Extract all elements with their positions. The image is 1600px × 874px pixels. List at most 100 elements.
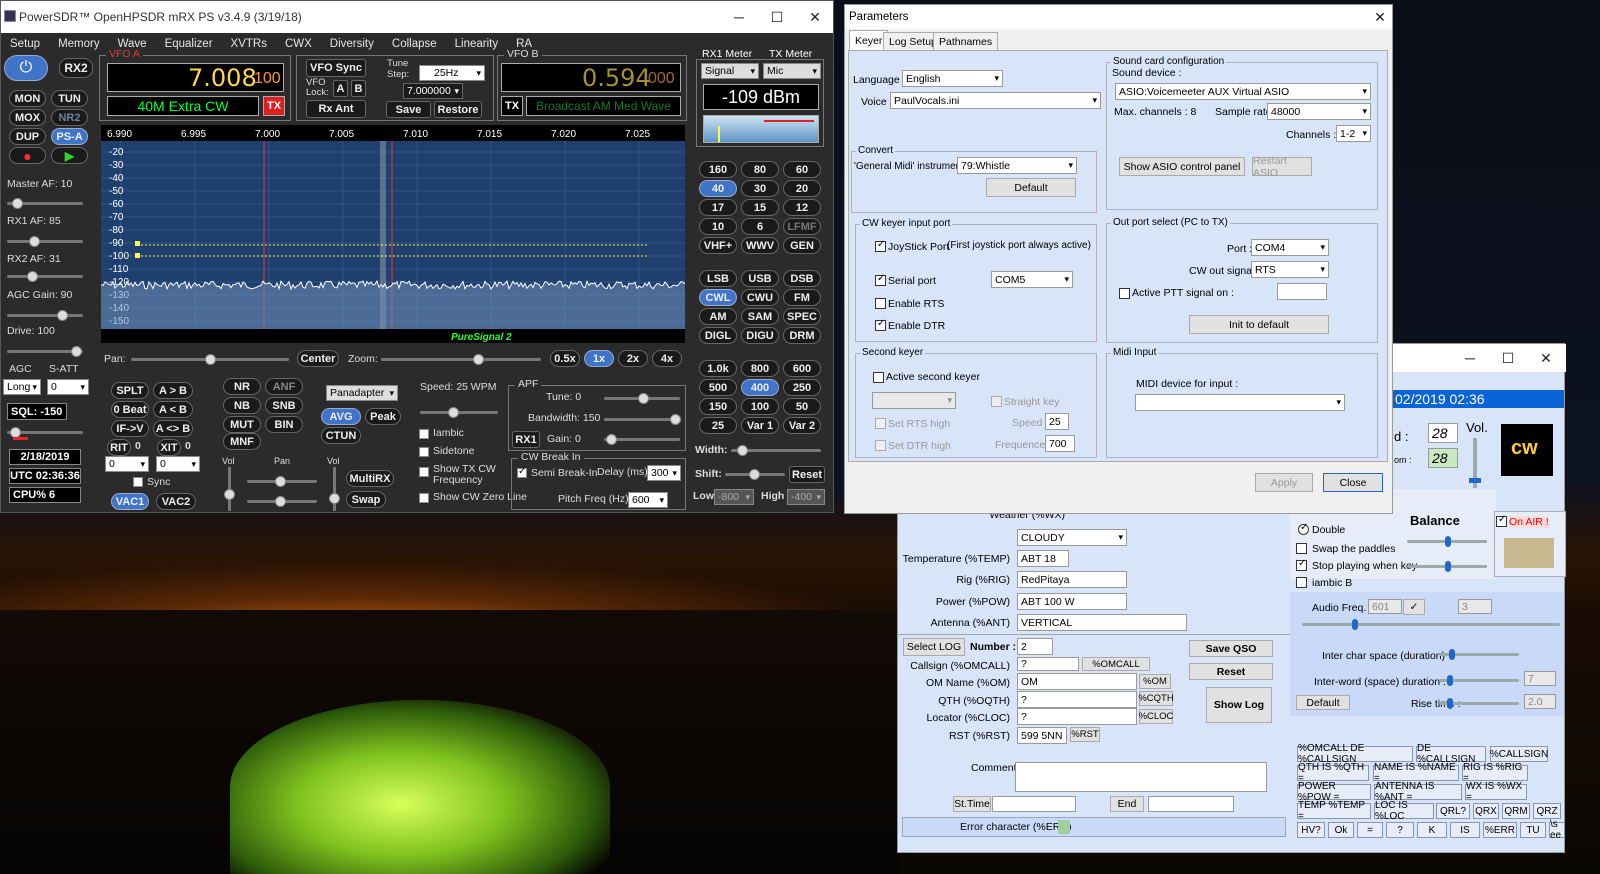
filter-25[interactable]: 25 — [699, 417, 737, 434]
macro-button[interactable]: QRX — [1473, 803, 1499, 819]
audio-freq-slider[interactable] — [1302, 619, 1560, 630]
antenna-input[interactable]: VERTICAL — [1017, 614, 1187, 631]
mode-digu[interactable]: DIGU — [741, 327, 779, 344]
cw-out-signal-select[interactable]: RTS — [1251, 261, 1329, 278]
macro-button[interactable]: = — [1357, 822, 1383, 838]
audio-freq-input[interactable]: 601 — [1368, 599, 1402, 614]
midi-instrument-select[interactable]: 79:Whistle — [957, 157, 1077, 174]
center-button[interactable]: Center — [297, 350, 339, 367]
rst-button[interactable]: %RST — [1070, 727, 1100, 742]
drive-slider[interactable] — [7, 346, 83, 357]
cw-reset-button[interactable]: Reset — [1189, 663, 1273, 680]
band-lfmf[interactable]: LFMF — [783, 218, 821, 235]
audio-n-input[interactable]: 3 — [1458, 599, 1492, 614]
port-select[interactable]: COM4 — [1251, 239, 1329, 256]
rst-input[interactable]: 599 5NN — [1017, 727, 1067, 744]
anf-button[interactable]: ANF — [265, 378, 303, 395]
inter-word-slider[interactable] — [1439, 675, 1519, 686]
macro-button[interactable]: HV? — [1297, 822, 1325, 838]
vfo-a-display[interactable]: 7.008 100 — [107, 63, 284, 92]
rx2-button[interactable]: RX2 — [59, 58, 93, 78]
mode-fm[interactable]: FM — [783, 289, 821, 306]
qth-button[interactable]: %CQTH — [1138, 691, 1174, 706]
error-input[interactable] — [1058, 820, 1070, 834]
set-rts-checkbox[interactable] — [875, 418, 886, 429]
channels-select[interactable]: 1-2 — [1336, 125, 1371, 142]
snb-button[interactable]: SNB — [265, 397, 303, 414]
inter-char-slider[interactable] — [1439, 649, 1519, 660]
macro-button[interactable]: TU — [1520, 822, 1546, 838]
band-40[interactable]: 40 — [699, 180, 737, 197]
macro-button[interactable]: ? — [1386, 822, 1414, 838]
cw-maximize-icon[interactable]: ☐ — [1488, 342, 1528, 374]
macro-button[interactable]: LOC IS %LOC — [1374, 800, 1434, 822]
rise-time-input[interactable]: 2.0 — [1524, 694, 1556, 709]
mox-button[interactable]: MOX — [9, 109, 46, 126]
macro-button[interactable]: \s ee — [1549, 819, 1565, 841]
save-button[interactable]: Save — [386, 101, 431, 118]
panadapter[interactable]: 6.990 6.995 7.000 7.005 7.010 7.015 7.020 7.025… — [101, 125, 685, 343]
menu-xvtrs[interactable]: XVTRs — [222, 38, 276, 50]
double-radio[interactable] — [1298, 522, 1309, 535]
avg-button[interactable]: AVG — [321, 408, 361, 425]
apply-button[interactable]: Apply — [1255, 473, 1313, 492]
band-wwv[interactable]: WWV — [741, 237, 779, 254]
b-to-a-button[interactable]: A < B — [153, 401, 193, 418]
omcall-button[interactable]: %OMCALL — [1082, 657, 1150, 671]
high-input[interactable]: -400 — [787, 489, 825, 505]
restore-button[interactable]: Restore — [434, 101, 482, 118]
rit-button[interactable]: RIT — [107, 439, 131, 456]
menu-linearity[interactable]: Linearity — [446, 38, 507, 50]
s-att-input[interactable]: 0 — [47, 379, 89, 395]
inter-word-input[interactable]: 7 — [1524, 671, 1556, 686]
voice-select[interactable]: PaulVocals.ini — [890, 92, 1101, 109]
second-keyer-port-select[interactable] — [872, 392, 956, 409]
filter-150[interactable]: 150 — [699, 398, 737, 415]
balance-slider-2[interactable] — [1407, 561, 1487, 572]
vol-slider-1[interactable] — [224, 467, 235, 511]
macro-button[interactable]: RIG IS %RIG = — [1462, 762, 1528, 784]
apf-bandwidth-slider[interactable] — [604, 414, 681, 425]
rise-time-slider[interactable] — [1439, 698, 1519, 709]
cw-number-2[interactable]: 28 — [1428, 448, 1458, 468]
enable-dtr-checkbox[interactable] — [875, 318, 886, 331]
close-button[interactable]: Close — [1323, 473, 1383, 492]
band-gen[interactable]: GEN — [783, 237, 821, 254]
macro-button[interactable]: QRM — [1502, 803, 1530, 819]
vac1-button[interactable]: VAC1 — [111, 493, 149, 510]
tune-step-select[interactable]: 25Hz — [419, 65, 485, 81]
macro-button[interactable]: QRL? — [1436, 803, 1470, 819]
zoom-slider[interactable] — [381, 354, 541, 365]
vfo-b-tx[interactable]: TX — [501, 96, 523, 116]
menu-equalizer[interactable]: Equalizer — [156, 38, 222, 50]
band-20[interactable]: 20 — [783, 180, 821, 197]
serial-port-select[interactable]: COM5 — [991, 271, 1073, 288]
lock-a-button[interactable]: A — [333, 80, 348, 97]
macro-button[interactable]: ANTENNA IS %ANT = — [1374, 781, 1462, 803]
swap-button[interactable]: Swap — [346, 491, 386, 508]
split-button[interactable]: SPLT — [111, 382, 149, 399]
number-input[interactable]: 2 — [1017, 638, 1053, 655]
minimize-icon[interactable]: ─ — [719, 1, 759, 33]
sound-device-select[interactable]: ASIO:Voicemeeter AUX Virtual ASIO — [1115, 83, 1371, 100]
band-6[interactable]: 6 — [741, 218, 779, 235]
enable-rts-checkbox[interactable] — [875, 298, 886, 309]
end-input[interactable] — [1148, 796, 1234, 812]
tun-button[interactable]: TUN — [51, 90, 88, 107]
weather-select[interactable]: CLOUDY — [1017, 529, 1127, 546]
macro-button[interactable]: Ok — [1328, 822, 1354, 838]
macro-button[interactable]: TEMP %TEMP = — [1297, 800, 1371, 822]
sample-rate-select[interactable]: 48000 — [1267, 103, 1371, 120]
zoom-0-5x-button[interactable]: 0.5x — [550, 350, 580, 367]
om-name-input[interactable]: OM — [1017, 673, 1137, 690]
restart-asio-button[interactable]: Restart ASIO — [1252, 155, 1312, 179]
peak-button[interactable]: Peak — [365, 408, 401, 425]
power-icon[interactable]: ⏻ — [4, 55, 48, 81]
step-freq-input[interactable]: 7.000000 — [403, 83, 463, 99]
filter-50[interactable]: 50 — [783, 398, 821, 415]
serial-port-checkbox[interactable] — [875, 273, 886, 286]
band-15[interactable]: 15 — [741, 199, 779, 216]
midi-device-select[interactable] — [1135, 394, 1345, 411]
pan-slider[interactable] — [131, 354, 289, 365]
macro-button[interactable]: %ERR — [1483, 822, 1517, 838]
